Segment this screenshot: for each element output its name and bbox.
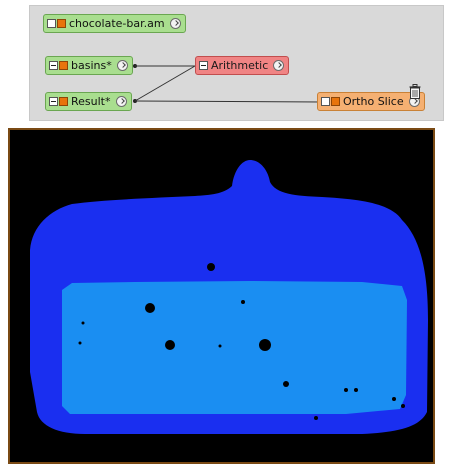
wire-result-orthoslice — [134, 100, 323, 103]
wire-result-arithmetic — [134, 65, 196, 102]
collapse-toggle[interactable] — [49, 97, 58, 106]
inner-region — [62, 281, 407, 414]
viewer-3d[interactable] — [8, 128, 435, 464]
node-result[interactable]: Result* — [45, 92, 132, 111]
visibility-toggle[interactable] — [47, 19, 56, 28]
trash-icon[interactable] — [409, 84, 421, 99]
collapse-toggle[interactable] — [49, 61, 58, 70]
color-toggle[interactable] — [59, 97, 68, 106]
color-toggle[interactable] — [59, 61, 68, 70]
ortho-slice-image — [10, 130, 433, 462]
chevron-right-circle-icon[interactable] — [116, 60, 128, 71]
chevron-right-circle-icon[interactable] — [273, 60, 285, 71]
node-basins[interactable]: basins* — [45, 56, 133, 75]
node-chocolate-bar[interactable]: chocolate-bar.am — [43, 14, 186, 33]
chevron-right-circle-icon[interactable] — [169, 18, 181, 29]
color-toggle[interactable] — [57, 19, 66, 28]
project-pool: chocolate-bar.am basins* Result* Arithme… — [29, 5, 444, 121]
chevron-right-circle-icon[interactable] — [115, 96, 127, 107]
collapse-toggle[interactable] — [199, 61, 208, 70]
node-arithmetic[interactable]: Arithmetic — [195, 56, 290, 75]
visibility-toggle[interactable] — [321, 97, 330, 106]
color-toggle[interactable] — [331, 97, 340, 106]
